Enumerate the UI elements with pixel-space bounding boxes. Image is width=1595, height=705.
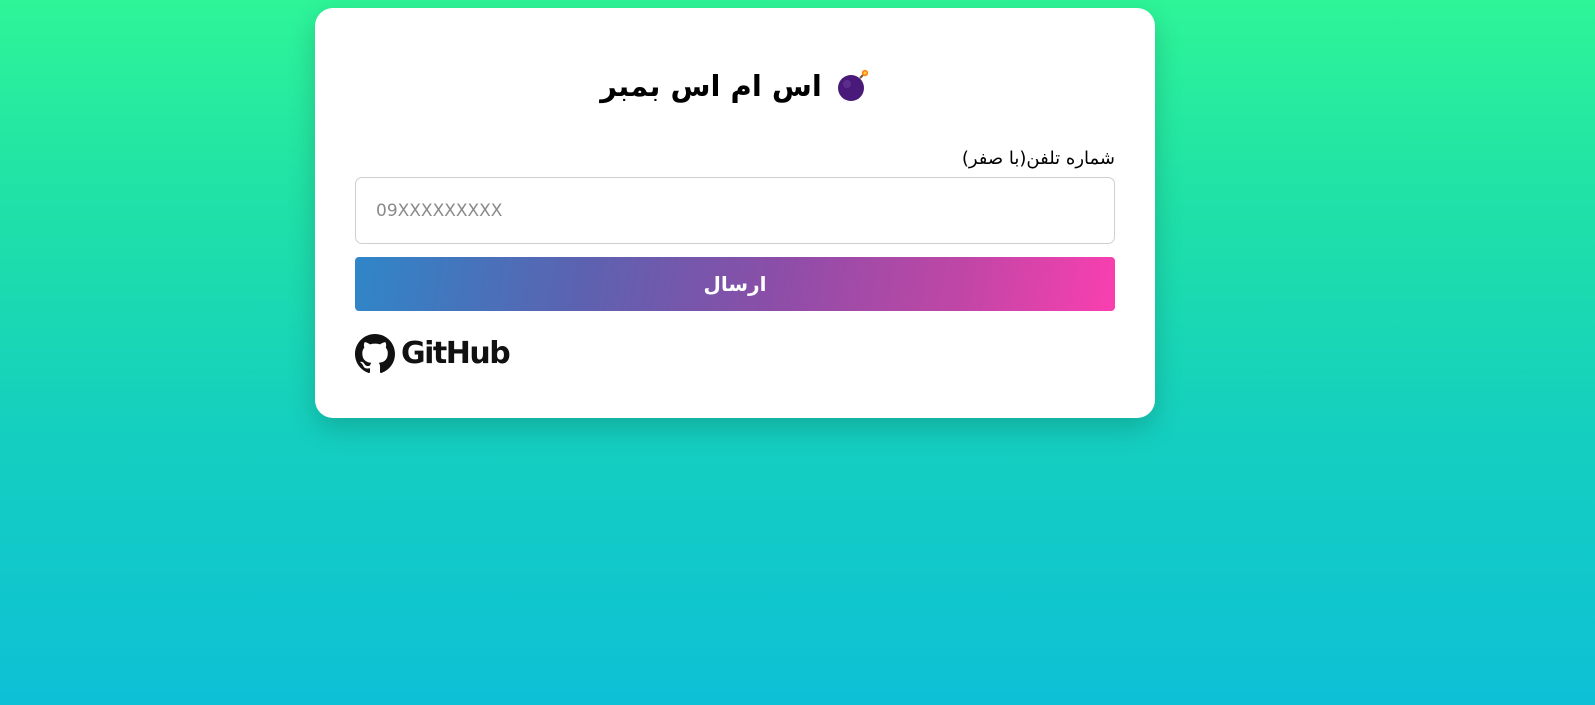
phone-label: شماره تلفن(با صفر) — [961, 148, 1115, 169]
github-link[interactable]: GitHub — [355, 334, 511, 374]
send-button[interactable]: ارسال — [355, 257, 1115, 311]
header: اس ام اس بمبر — [315, 66, 1155, 106]
page-title: اس ام اس بمبر — [600, 69, 822, 103]
github-icon — [355, 334, 395, 374]
phone-input[interactable] — [355, 177, 1115, 244]
main-card: اس ام اس بمبر شماره تلفن(با صفر) ارسال G… — [315, 8, 1155, 418]
github-label: GitHub — [401, 336, 511, 371]
bomb-icon — [836, 69, 870, 103]
